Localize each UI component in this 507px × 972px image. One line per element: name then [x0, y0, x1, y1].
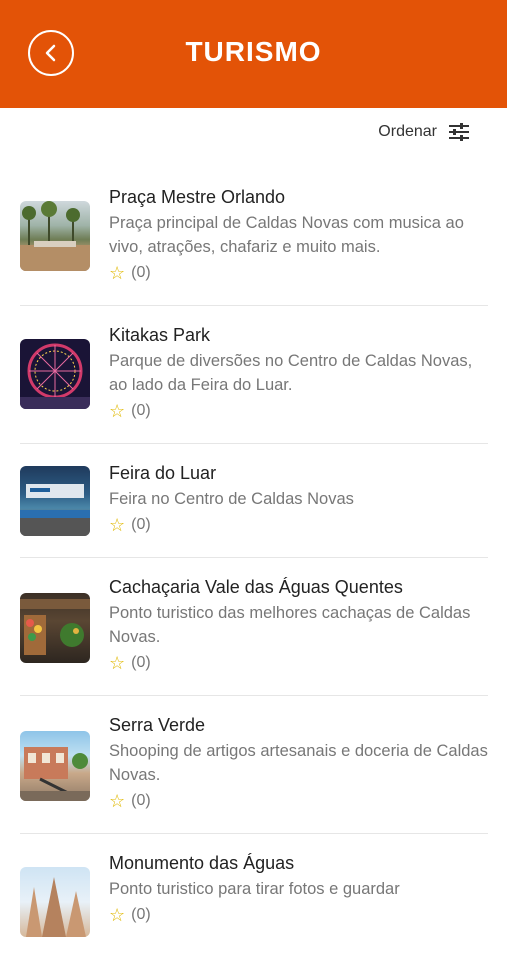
item-rating: ☆ (0): [109, 904, 488, 926]
plaza-photo: [20, 201, 90, 271]
item-name: Kitakas Park: [109, 325, 211, 345]
ferris-wheel-photo: [20, 339, 90, 409]
star-icon: ☆: [109, 515, 126, 535]
page-title: TURISMO: [185, 36, 322, 67]
rating-count: (0): [131, 792, 151, 809]
star-icon: ☆: [109, 791, 126, 811]
list-item[interactable]: Kitakas Park Parque de diversões no Cent…: [20, 306, 488, 444]
star-icon: ☆: [109, 905, 126, 925]
item-rating: ☆ (0): [109, 514, 488, 536]
item-description: Praça principal de Caldas Novas com musi…: [109, 214, 464, 256]
sort-button[interactable]: Ordenar: [378, 118, 471, 146]
star-icon: ☆: [109, 401, 126, 421]
shopping-photo: [20, 731, 90, 801]
store-photo: [20, 593, 90, 663]
sliders-icon: [449, 123, 469, 141]
back-button[interactable]: [28, 30, 74, 76]
item-rating: ☆ (0): [109, 790, 488, 812]
list-item[interactable]: Serra Verde Shooping de artigos artesana…: [20, 696, 488, 834]
attraction-list: Praça Mestre Orlando Praça principal de …: [20, 168, 488, 972]
chevron-left-icon: [45, 44, 56, 62]
item-name: Monumento das Águas: [109, 853, 295, 873]
rating-count: (0): [131, 654, 151, 671]
item-name: Serra Verde: [109, 715, 206, 735]
item-name: Praça Mestre Orlando: [109, 187, 286, 207]
rating-count: (0): [131, 264, 151, 281]
item-name: Feira do Luar: [109, 463, 217, 483]
rating-count: (0): [131, 516, 151, 533]
item-description: Ponto turistico das melhores cachaças de…: [109, 604, 471, 646]
list-item[interactable]: Praça Mestre Orlando Praça principal de …: [20, 168, 488, 306]
sort-label: Ordenar: [378, 123, 437, 140]
item-description: Shooping de artigos artesanais e doceria…: [109, 742, 488, 784]
monument-photo: [20, 867, 90, 937]
list-item[interactable]: Feira do Luar Feira no Centro de Caldas …: [20, 444, 488, 558]
item-description: Ponto turistico para tirar fotos e guard…: [109, 880, 400, 898]
item-rating: ☆ (0): [109, 652, 488, 674]
item-description: Parque de diversões no Centro de Caldas …: [109, 352, 473, 394]
item-description: Feira no Centro de Caldas Novas: [109, 490, 354, 508]
item-rating: ☆ (0): [109, 400, 488, 422]
item-rating: ☆ (0): [109, 262, 488, 284]
rating-count: (0): [131, 906, 151, 923]
list-item[interactable]: Monumento das Águas Ponto turistico para…: [20, 834, 488, 972]
app-header: TURISMO: [0, 0, 507, 108]
rating-count: (0): [131, 402, 151, 419]
item-name: Cachaçaria Vale das Águas Quentes: [109, 577, 403, 597]
star-icon: ☆: [109, 653, 126, 673]
market-photo: [20, 466, 90, 536]
star-icon: ☆: [109, 263, 126, 283]
list-item[interactable]: Cachaçaria Vale das Águas Quentes Ponto …: [20, 558, 488, 696]
